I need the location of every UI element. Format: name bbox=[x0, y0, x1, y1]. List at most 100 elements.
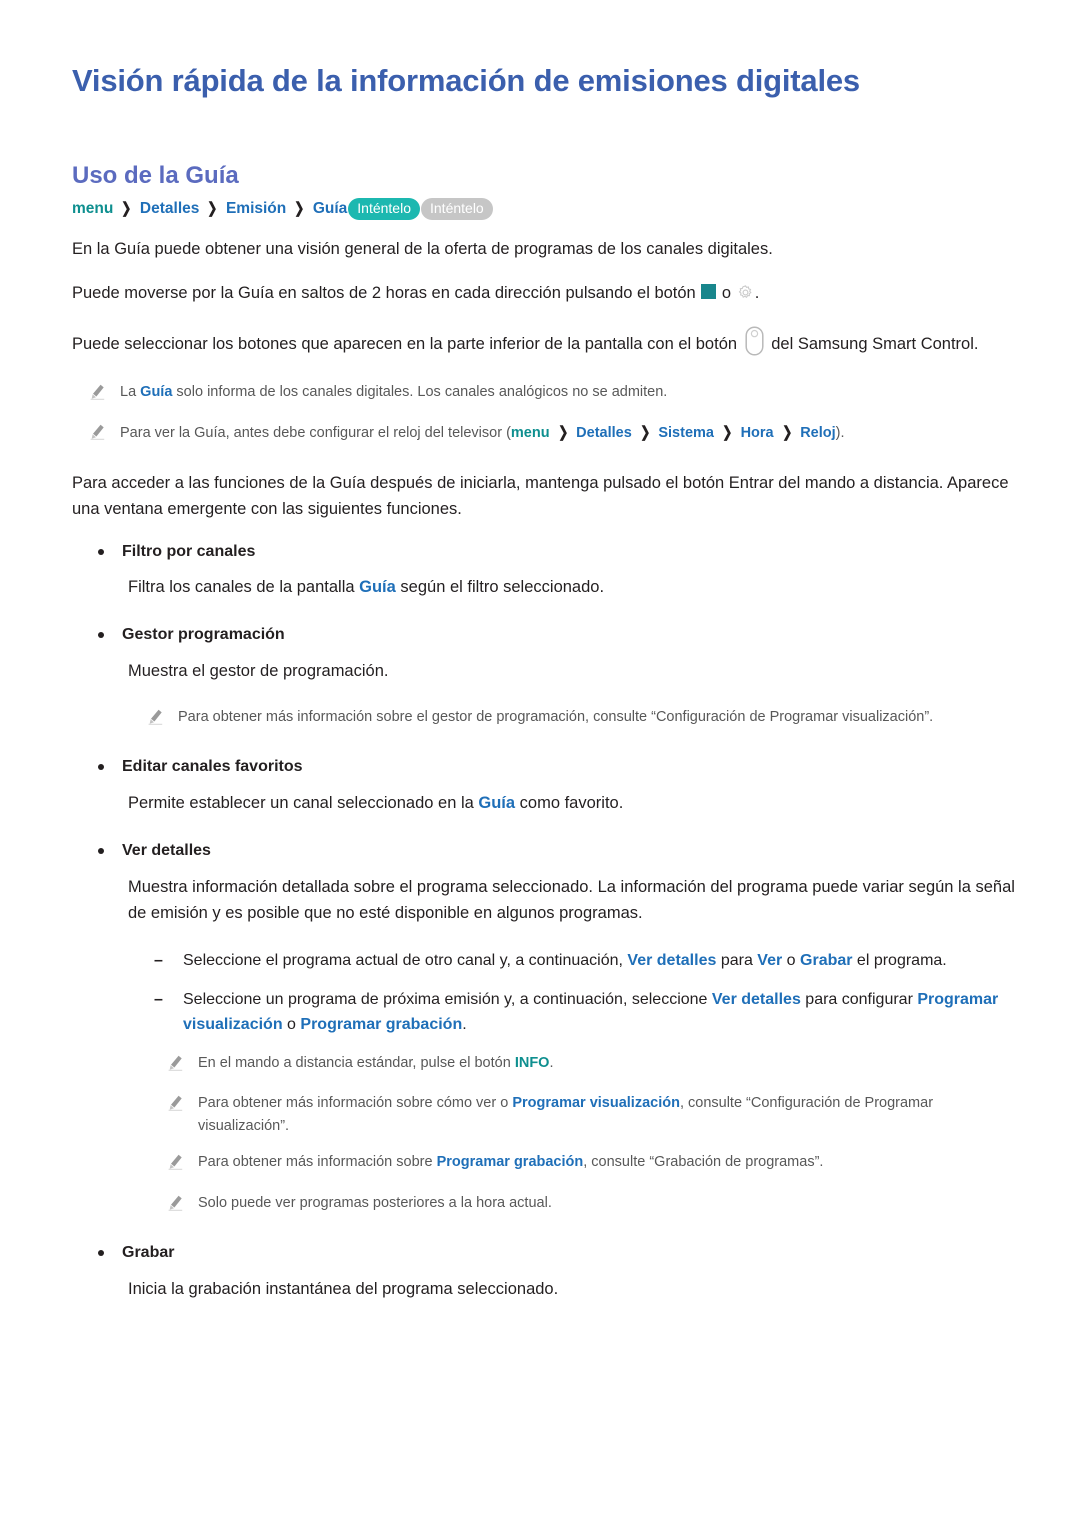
feature-label: Gestor programación bbox=[122, 626, 285, 644]
feature-label: Grabar bbox=[122, 1243, 175, 1261]
note-bold-programar-grabacion: Programar grabación bbox=[436, 1154, 584, 1171]
feature-label: Ver detalles bbox=[122, 842, 211, 860]
desc-bold-guia: Guía bbox=[359, 578, 396, 597]
section-heading: Uso de la Guía bbox=[72, 162, 239, 190]
note-text: Para obtener más información sobre Progr… bbox=[198, 1151, 1018, 1173]
breadcrumb-item-emision[interactable]: Emisión bbox=[226, 197, 286, 220]
pencil-note-icon bbox=[168, 1192, 185, 1218]
note-crumb-menu[interactable]: menu bbox=[511, 425, 550, 441]
note-before: Para obtener más información sobre bbox=[198, 1154, 437, 1171]
intro-p2-text-between: o bbox=[717, 283, 736, 302]
chevron-right-icon: ❯ bbox=[722, 424, 733, 442]
note-text-after: solo informa de los canales digitales. L… bbox=[172, 383, 668, 400]
dash-bold-ver-detalles: Ver detalles bbox=[711, 991, 801, 1009]
breadcrumb-item-guia[interactable]: Guía bbox=[313, 197, 347, 220]
chevron-right-icon: ❯ bbox=[557, 424, 568, 442]
feature-description-filtro: Filtra los canales de la pantalla Guía s… bbox=[128, 574, 1018, 600]
note-text-before: La bbox=[120, 383, 141, 400]
feature-description-ver-detalles: Muestra información detallada sobre el p… bbox=[128, 877, 1015, 922]
dash-bold-programar-grabacion: Programar grabación bbox=[300, 1016, 463, 1034]
note-before: En el mando a distancia estándar, pulse … bbox=[198, 1054, 515, 1071]
note-crumb-detalles[interactable]: Detalles bbox=[576, 425, 632, 441]
desc-before: Filtra los canales de la pantalla bbox=[128, 578, 360, 597]
feature-description-grabar: Inicia la grabación instantánea del prog… bbox=[128, 1279, 559, 1298]
dash-text-1: Seleccione un programa de próxima emisió… bbox=[183, 991, 712, 1009]
dash-bold-ver: Ver bbox=[757, 951, 783, 969]
dash-item-text: Seleccione un programa de próxima emisió… bbox=[183, 987, 1018, 1038]
intro-paragraph-1: En la Guía puede obtener una visión gene… bbox=[72, 240, 773, 259]
desc-after: como favorito. bbox=[515, 794, 624, 813]
feature-label: Editar canales favoritos bbox=[122, 758, 303, 776]
note-text: En el mando a distancia estándar, pulse … bbox=[198, 1052, 1018, 1074]
dash-text-2: para bbox=[716, 951, 758, 969]
note-guia-digital: La Guía solo informa de los canales digi… bbox=[90, 381, 1018, 407]
settings-gear-icon bbox=[737, 283, 754, 309]
note-after: . bbox=[549, 1054, 554, 1071]
dash-bullet-icon: – bbox=[154, 991, 163, 1009]
try-it-badge-disabled[interactable]: Inténtelo bbox=[421, 197, 493, 221]
breadcrumb: menu ❯ Detalles ❯ Emisión ❯ Guía Inténte… bbox=[72, 197, 1018, 221]
note-before: Para obtener más información sobre cómo … bbox=[198, 1095, 513, 1112]
smart-control-button-icon bbox=[745, 326, 764, 364]
feature-description-gestor: Muestra el gestor de programación. bbox=[128, 661, 389, 680]
note-text: Para ver la Guía, antes debe configurar … bbox=[120, 421, 1018, 444]
note-bold-guia: Guía bbox=[140, 383, 173, 400]
note-text: Para obtener más información sobre cómo … bbox=[198, 1092, 1018, 1137]
note-bold-info: INFO bbox=[514, 1054, 550, 1071]
breadcrumb-item-menu[interactable]: menu bbox=[72, 197, 113, 220]
pencil-note-icon bbox=[90, 421, 107, 447]
dash-item-proxima-emision: – Seleccione un programa de próxima emis… bbox=[154, 987, 1018, 1038]
pencil-note-icon bbox=[148, 706, 165, 732]
chevron-right-icon: ❯ bbox=[640, 424, 651, 442]
intro-p2-text-after: . bbox=[754, 283, 760, 302]
note-configurar-reloj: Para ver la Guía, antes debe configurar … bbox=[90, 421, 1018, 447]
note-programar-visualizacion: Para obtener más información sobre cómo … bbox=[168, 1092, 1018, 1137]
feature-label: Filtro por canales bbox=[122, 542, 256, 560]
feature-item-grabar: Grabar bbox=[72, 1240, 1018, 1266]
feature-description-editar: Permite establecer un canal seleccionado… bbox=[128, 790, 1018, 816]
note-programar-grabacion: Para obtener más información sobre Progr… bbox=[168, 1151, 1018, 1177]
dash-text-4: el programa. bbox=[852, 951, 947, 969]
chevron-right-icon: ❯ bbox=[294, 199, 305, 217]
desc-after: según el filtro seleccionado. bbox=[395, 578, 605, 597]
intro-paragraph-3: Puede seleccionar los botones que aparec… bbox=[72, 326, 1018, 364]
chevron-right-icon: ❯ bbox=[781, 424, 792, 442]
dash-text-3: o bbox=[282, 1016, 301, 1034]
breadcrumb-item-detalles[interactable]: Detalles bbox=[140, 197, 199, 220]
dash-bold-ver-detalles: Ver detalles bbox=[627, 951, 717, 969]
note-gestor-programacion: Para obtener más información sobre el ge… bbox=[148, 706, 1018, 732]
dash-item-programa-actual: – Seleccione el programa actual de otro … bbox=[154, 948, 1018, 973]
feature-item-gestor-programacion: Gestor programación bbox=[72, 622, 1018, 648]
note-boton-info: En el mando a distancia estándar, pulse … bbox=[168, 1052, 1018, 1078]
dash-text-4: . bbox=[462, 1016, 467, 1034]
try-it-badge-active[interactable]: Inténtelo bbox=[348, 197, 420, 221]
note-crumb-hora[interactable]: Hora bbox=[741, 425, 774, 441]
bullet-dot-icon bbox=[98, 764, 104, 771]
chevron-right-icon: ❯ bbox=[207, 199, 218, 217]
intro-paragraph-2: Puede moverse por la Guía en saltos de 2… bbox=[72, 280, 1018, 309]
bullet-dot-icon bbox=[98, 1249, 104, 1256]
feature-item-filtro-por-canales: Filtro por canales bbox=[72, 539, 1018, 565]
page-title: Visión rápida de la información de emisi… bbox=[72, 63, 860, 98]
dash-bullet-icon: – bbox=[154, 951, 163, 969]
note-programas-posteriores: Solo puede ver programas posteriores a l… bbox=[168, 1192, 1018, 1218]
dash-text-3: o bbox=[782, 951, 801, 969]
dash-item-text: Seleccione el programa actual de otro ca… bbox=[183, 948, 1018, 973]
desc-bold-guia: Guía bbox=[478, 794, 516, 813]
note-bold-programar-visualizacion: Programar visualización bbox=[512, 1095, 680, 1112]
note-clock-after: ). bbox=[835, 425, 845, 442]
desc-before: Permite establecer un canal seleccionado… bbox=[128, 794, 479, 813]
chevron-right-icon: ❯ bbox=[121, 199, 132, 217]
note-crumb-reloj[interactable]: Reloj bbox=[800, 425, 835, 441]
pencil-note-icon bbox=[168, 1092, 185, 1118]
dash-text-1: Seleccione el programa actual de otro ca… bbox=[183, 951, 628, 969]
note-text: Para obtener más información sobre el ge… bbox=[178, 709, 934, 725]
pencil-note-icon bbox=[168, 1052, 185, 1078]
intro-p3-text-after: del Samsung Smart Control. bbox=[766, 334, 979, 353]
note-text: Solo puede ver programas posteriores a l… bbox=[198, 1194, 552, 1211]
note-crumb-sistema[interactable]: Sistema bbox=[658, 425, 714, 441]
intro-p2-text-before: Puede moverse por la Guía en saltos de 2… bbox=[72, 283, 701, 302]
access-paragraph: Para acceder a las funciones de la Guía … bbox=[72, 473, 1009, 518]
bullet-dot-icon bbox=[98, 848, 104, 855]
pencil-note-icon bbox=[90, 381, 107, 407]
